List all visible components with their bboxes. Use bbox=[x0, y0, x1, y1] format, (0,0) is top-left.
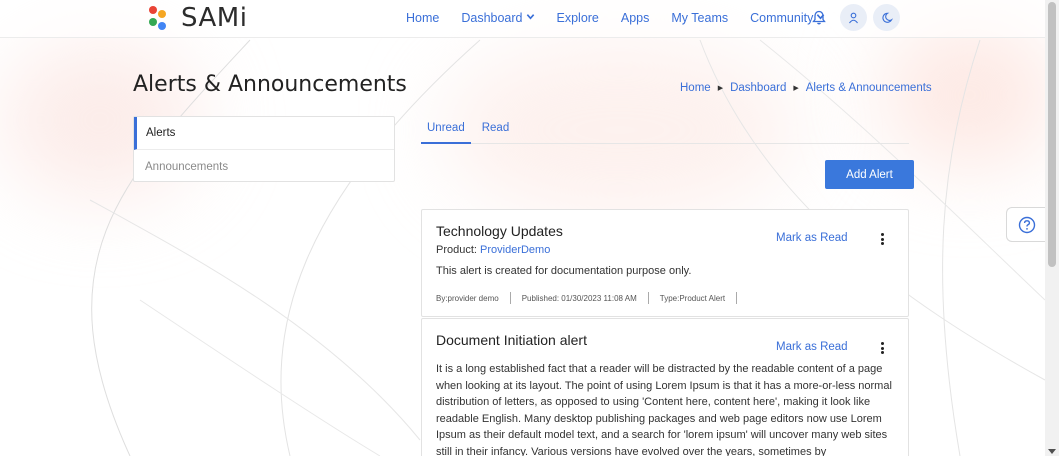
nav-explore[interactable]: Explore bbox=[557, 11, 599, 25]
alert-title: Technology Updates bbox=[436, 223, 563, 239]
alert-author: By:provider demo bbox=[436, 293, 499, 303]
mark-as-read-button[interactable]: Mark as Read bbox=[776, 341, 848, 353]
more-options-icon[interactable] bbox=[876, 340, 888, 356]
side-menu: Alerts Announcements bbox=[133, 116, 395, 182]
alert-type: Type:Product Alert bbox=[659, 293, 726, 303]
breadcrumb-current[interactable]: Alerts & Announcements bbox=[806, 82, 932, 94]
nav-my-teams[interactable]: My Teams bbox=[671, 11, 728, 25]
caret-right-icon: ▶ bbox=[793, 85, 799, 92]
top-navbar: SAMi Home Dashboard Explore Apps My Team… bbox=[0, 0, 1045, 38]
main-nav: Home Dashboard Explore Apps My Teams Com… bbox=[406, 0, 847, 36]
meta-divider bbox=[647, 292, 649, 304]
scrollbar-thumb[interactable] bbox=[1048, 2, 1056, 267]
meta-divider bbox=[736, 292, 738, 304]
bell-icon[interactable] bbox=[806, 5, 832, 31]
side-item-label: Alerts bbox=[146, 127, 176, 139]
user-icon[interactable] bbox=[840, 4, 867, 31]
alert-card: Technology Updates Product: ProviderDemo… bbox=[421, 209, 909, 317]
nav-home-label: Home bbox=[406, 11, 440, 25]
mark-as-read-button[interactable]: Mark as Read bbox=[776, 232, 848, 244]
nav-apps[interactable]: Apps bbox=[621, 11, 650, 25]
add-alert-button[interactable]: Add Alert bbox=[825, 160, 914, 189]
side-item-label: Announcements bbox=[145, 160, 229, 173]
moon-icon[interactable] bbox=[873, 4, 900, 31]
brand-logo[interactable]: SAMi bbox=[147, 3, 248, 33]
meta-divider bbox=[509, 292, 511, 304]
brand-name: SAMi bbox=[181, 3, 248, 33]
caret-right-icon: ▶ bbox=[717, 85, 724, 92]
alert-tabs: Unread Read bbox=[421, 116, 909, 144]
help-button[interactable] bbox=[1006, 207, 1046, 242]
side-item-announcements[interactable]: Announcements bbox=[134, 150, 394, 183]
nav-my-teams-label: My Teams bbox=[671, 11, 729, 25]
side-item-alerts[interactable]: Alerts bbox=[134, 117, 394, 150]
nav-apps-label: Apps bbox=[620, 11, 650, 25]
scroll-down-arrow-icon[interactable] bbox=[1048, 449, 1056, 454]
nav-explore-label: Explore bbox=[556, 11, 599, 25]
alert-meta: By:provider demo Published: 01/30/2023 1… bbox=[436, 292, 748, 304]
alert-product: Product: ProviderDemo bbox=[436, 244, 550, 256]
alert-title: Document Initiation alert bbox=[436, 332, 587, 348]
alert-published: Published: 01/30/2023 11:08 AM bbox=[521, 293, 637, 303]
breadcrumb-dashboard[interactable]: Dashboard bbox=[730, 82, 786, 94]
alert-product-link[interactable]: ProviderDemo bbox=[480, 244, 550, 256]
breadcrumb-home[interactable]: Home bbox=[680, 82, 711, 94]
more-options-icon[interactable] bbox=[876, 231, 888, 247]
logo-icon bbox=[147, 6, 169, 30]
tab-unread[interactable]: Unread bbox=[421, 116, 471, 144]
nav-home[interactable]: Home bbox=[406, 11, 439, 25]
question-circle-icon bbox=[1018, 216, 1035, 233]
page-title: Alerts & Announcements bbox=[133, 72, 407, 97]
breadcrumb: Home ▶ Dashboard ▶ Alerts & Announcement… bbox=[680, 82, 932, 94]
chevron-down-icon bbox=[526, 12, 535, 24]
nav-dashboard-label: Dashboard bbox=[461, 11, 523, 25]
alert-body: It is a long established fact that a rea… bbox=[436, 363, 892, 456]
nav-community-label: Community bbox=[750, 11, 814, 25]
alert-description: This alert is created for documentation … bbox=[436, 265, 692, 277]
nav-dashboard[interactable]: Dashboard bbox=[461, 11, 534, 25]
nav-icon-group bbox=[806, 4, 906, 31]
tab-read[interactable]: Read bbox=[476, 116, 516, 144]
vertical-scrollbar[interactable] bbox=[1045, 0, 1059, 456]
alert-product-label: Product: bbox=[436, 244, 477, 256]
alert-card: Document Initiation alert Mark as Read I… bbox=[421, 318, 909, 456]
